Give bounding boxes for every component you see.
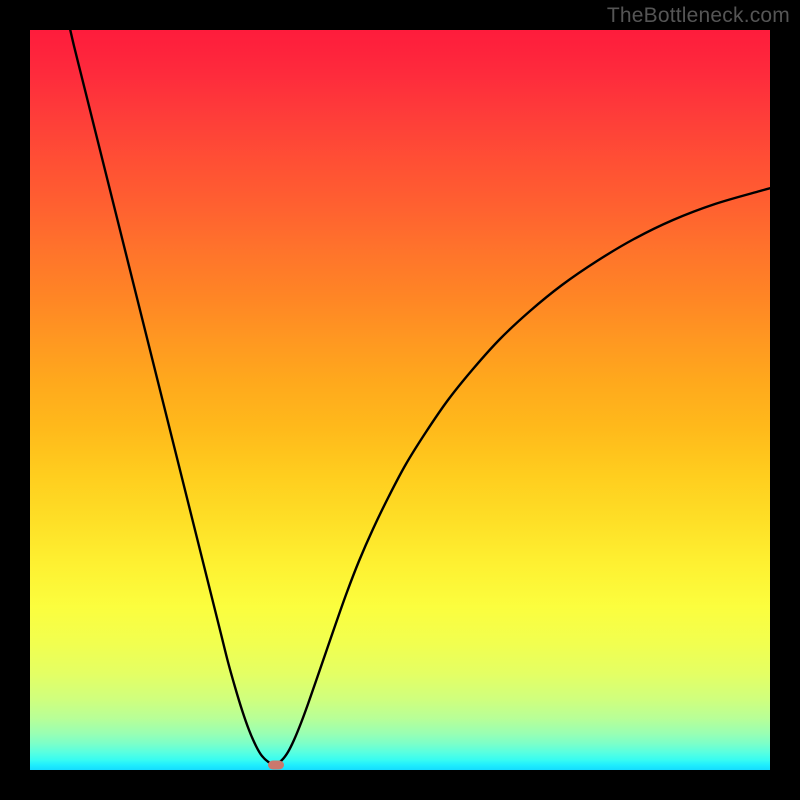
curve-path <box>68 30 770 764</box>
watermark-text: TheBottleneck.com <box>607 4 790 28</box>
curve-svg <box>30 30 770 770</box>
chart-frame: TheBottleneck.com <box>0 0 800 800</box>
plot-area <box>30 30 770 770</box>
minimum-marker <box>268 761 284 770</box>
